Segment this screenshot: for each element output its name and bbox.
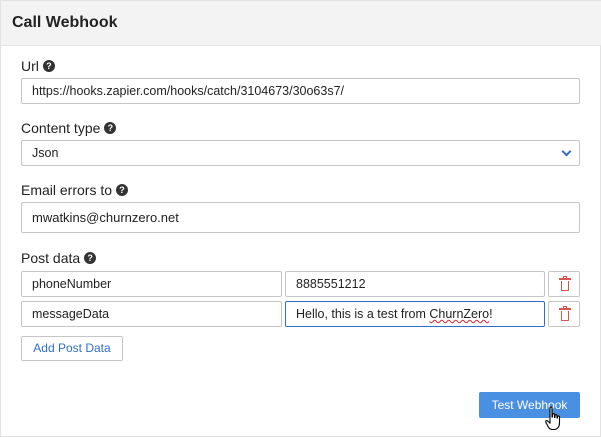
post-data-label-row: Post data ? <box>21 250 97 266</box>
trash-icon <box>559 276 571 291</box>
email-errors-label: Email errors to <box>21 182 113 198</box>
content-type-select[interactable]: Json <box>21 140 580 166</box>
question-circle-icon[interactable]: ? <box>104 122 117 134</box>
question-circle-icon[interactable]: ? <box>116 184 129 196</box>
value-text: Hello, this is a test from <box>296 307 430 321</box>
post-data-key-input[interactable]: phoneNumber <box>21 271 282 297</box>
add-post-data-button[interactable]: Add Post Data <box>21 336 123 361</box>
chevron-down-icon <box>561 146 572 157</box>
post-data-value-input[interactable]: 8885551212 <box>285 271 545 297</box>
panel-header: Call Webhook <box>1 1 601 46</box>
post-data-label: Post data <box>21 250 81 266</box>
url-input[interactable]: https://hooks.zapier.com/hooks/catch/310… <box>21 78 580 104</box>
panel-title: Call Webhook <box>12 14 118 31</box>
content-type-selected-value: Json <box>32 146 59 160</box>
delete-row-button[interactable] <box>548 271 580 297</box>
content-type-label: Content type <box>21 120 101 136</box>
misspelled-word: ChurnZero <box>429 307 490 321</box>
value-text: ! <box>489 307 493 321</box>
trash-icon <box>559 306 571 321</box>
content-type-label-row: Content type ? <box>21 120 117 136</box>
email-errors-label-row: Email errors to ? <box>21 182 129 198</box>
post-data-value-input[interactable]: Hello, this is a test from ChurnZero! <box>285 301 545 327</box>
hand-pointer-icon <box>545 406 561 431</box>
url-label-row: Url ? <box>21 58 55 74</box>
question-circle-icon[interactable]: ? <box>42 60 55 72</box>
email-errors-input[interactable]: mwatkins@churnzero.net <box>21 202 580 233</box>
post-data-key-input[interactable]: messageData <box>21 301 282 327</box>
test-webhook-button[interactable]: Test Webhook <box>479 392 580 418</box>
delete-row-button[interactable] <box>548 301 580 327</box>
url-label: Url <box>21 58 39 74</box>
question-circle-icon[interactable]: ? <box>84 252 97 264</box>
call-webhook-panel: Call Webhook Url ? https://hooks.zapier.… <box>0 0 601 437</box>
